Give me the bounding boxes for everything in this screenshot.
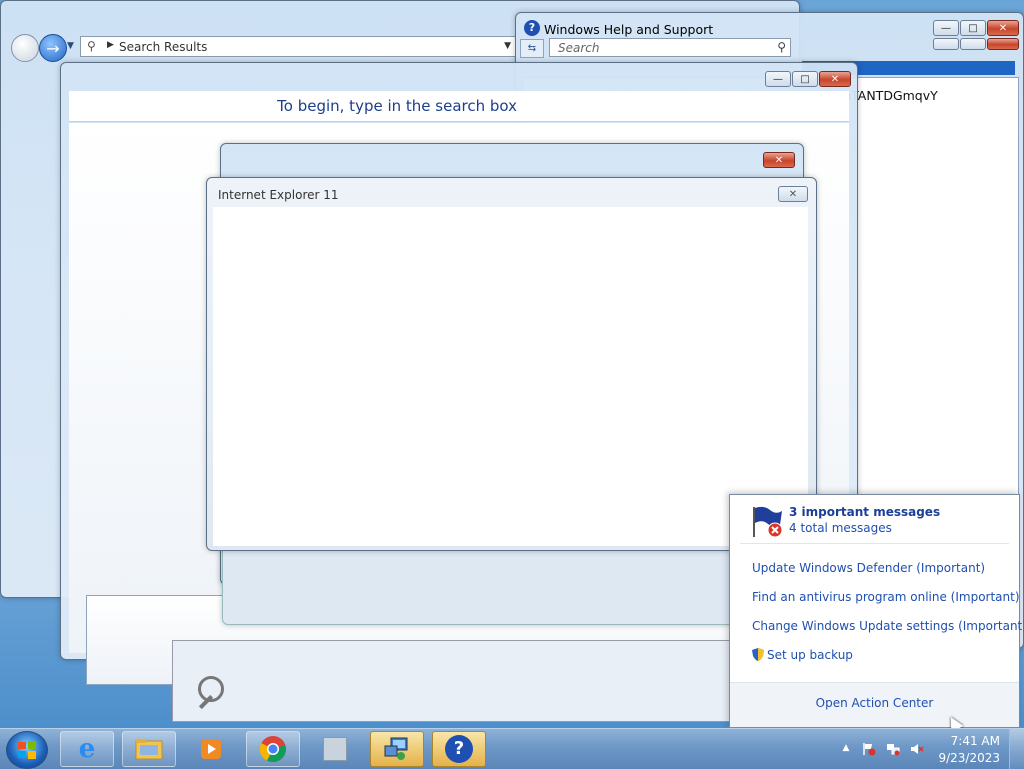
action-center-title[interactable]: 3 important messages [789,505,940,519]
help-icon: ? [445,735,473,763]
network-tray-icon[interactable] [886,742,900,756]
clock-date[interactable]: 9/23/2023 [938,751,1000,765]
close-button[interactable]: ✕ [778,186,808,202]
minimize-button[interactable]: — [933,20,959,36]
search-icon: ⚲ [87,39,96,53]
help-home-button[interactable]: ⇆ [520,39,544,58]
minimize-icon: — [941,22,951,34]
desktop: → ▼ ⚲ ▶ Search Results ▼ ? Windows Help … [0,0,1024,728]
uac-shield-icon [752,648,764,661]
clock-time[interactable]: 7:41 AM [951,734,1000,748]
taskbar-blank-window[interactable] [308,731,362,767]
media-player-icon [201,739,221,759]
maximize-icon: □ [968,22,978,34]
maximize-icon: □ [800,73,810,85]
close-button[interactable]: ✕ [987,20,1019,36]
ie-dialog: Internet Explorer 11 ✕ [206,177,817,551]
taskbar: e ? ▲ 7:41 AM 9/23/2023 [0,728,1024,769]
internet-explorer-icon: e [78,734,96,764]
find-antivirus-link[interactable]: Find an antivirus program online (Import… [752,590,1020,604]
folder-icon [135,739,163,760]
close-button-2[interactable] [987,38,1019,50]
close-button[interactable]: ✕ [763,152,795,168]
address-dropdown-icon[interactable]: ▼ [504,41,511,51]
taskbar-media-player[interactable] [184,731,238,767]
setup-backup-link[interactable]: Set up backup [752,648,853,662]
minimize-button-2[interactable] [933,38,959,50]
close-icon: ✕ [998,22,1008,34]
divider [740,543,1009,544]
help-window-title: Windows Help and Support [544,22,714,37]
show-desktop-button[interactable] [1009,729,1024,769]
taskbar-file-explorer[interactable] [122,731,176,767]
recent-pages-dropdown[interactable]: ▼ [67,41,74,51]
chrome-icon [259,736,286,763]
maximize-button-2[interactable] [960,38,986,50]
close-button[interactable]: ✕ [819,71,851,87]
network-computer-icon [384,737,408,760]
help-icon: ? [524,20,540,36]
action-center-flag-tray-icon[interactable] [862,742,876,756]
back-button[interactable] [11,34,39,62]
action-center-popup: 3 important messages 4 total messages Up… [729,494,1024,728]
help-search-input[interactable]: Search ⚲ [549,38,791,57]
windows-update-settings-link[interactable]: Change Windows Update settings (Importan… [752,619,1024,633]
windows-logo-icon [18,741,36,759]
close-icon: ✕ [774,154,784,166]
taskbar-internet-explorer[interactable]: e [60,731,114,767]
search-prompt-text: To begin, type in the search box [277,97,517,115]
update-defender-link[interactable]: Update Windows Defender (Important) [752,561,985,575]
action-center-flag-icon [753,506,783,538]
window-icon [323,737,347,761]
start-button[interactable] [6,731,48,769]
background-window-strip-2 [172,640,752,722]
taskbar-network-tool[interactable] [370,731,424,767]
setup-backup-label: Set up backup [767,648,853,662]
maximize-button[interactable]: □ [792,71,818,87]
action-center-footer: Open Action Center [730,682,1019,727]
forward-arrow-icon: → [46,38,60,58]
open-action-center-link[interactable]: Open Action Center [730,696,1019,710]
forward-button[interactable]: → [39,34,67,62]
system-tray: ▲ 7:41 AM 9/23/2023 [834,729,1024,769]
taskbar-chrome[interactable] [246,731,300,767]
close-icon: ✕ [788,188,798,200]
close-icon: ✕ [830,73,840,85]
volume-muted-icon[interactable] [910,742,924,756]
action-center-subtitle[interactable]: 4 total messages [789,521,892,535]
search-icon[interactable]: ⚲ [777,40,786,54]
maximize-button[interactable]: □ [960,20,986,36]
show-hidden-icons-button[interactable]: ▲ [839,743,853,757]
taskbar-help-and-support[interactable]: ? [432,731,486,767]
help-search-placeholder: Search [558,41,600,55]
ie-dialog-body [213,207,808,546]
address-text: Search Results [119,40,208,54]
ie-dialog-title: Internet Explorer 11 [218,188,339,202]
address-bar[interactable]: ⚲ ▶ Search Results ▼ [80,36,516,57]
minimize-icon: — [773,73,783,85]
breadcrumb-chevron-icon[interactable]: ▶ [107,40,114,50]
minimize-button[interactable]: — [765,71,791,87]
